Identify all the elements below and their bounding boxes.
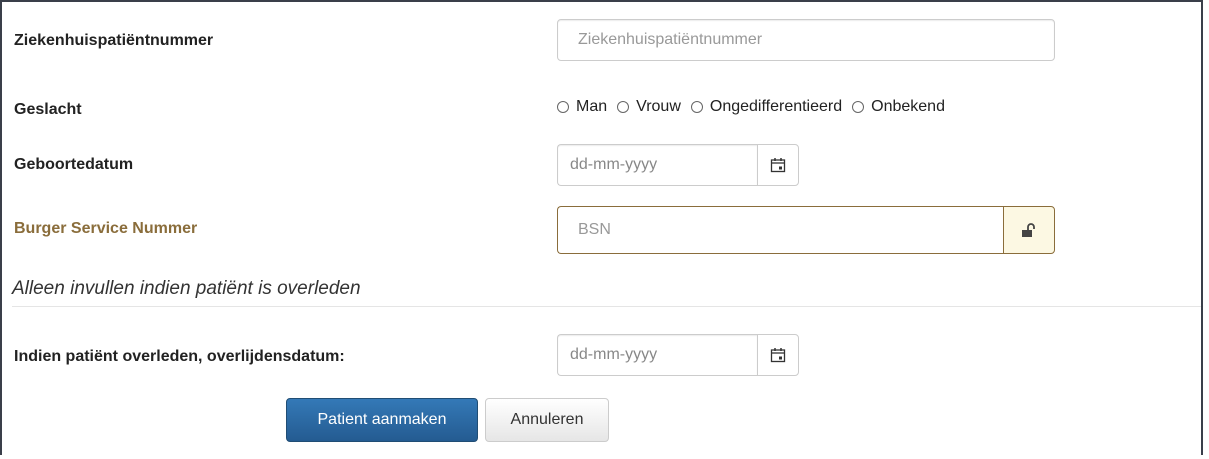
gender-label: Geslacht (14, 101, 82, 118)
birth-date-group (557, 144, 799, 186)
create-patient-button[interactable]: Patient aanmaken (286, 398, 478, 442)
hospital-number-input[interactable] (557, 19, 1055, 61)
bsn-input[interactable] (557, 206, 1003, 254)
gender-option-vrouw[interactable]: Vrouw (617, 98, 681, 116)
unlock-icon (1022, 223, 1035, 237)
cancel-button[interactable]: Annuleren (485, 398, 609, 442)
death-date-group (557, 334, 799, 376)
bsn-label: Burger Service Nummer (14, 220, 198, 237)
divider (12, 306, 1201, 307)
gender-option-label: Onbekend (871, 98, 945, 115)
deceased-note: Alleen invullen indien patiënt is overle… (12, 278, 361, 299)
radio-circle-icon[interactable] (690, 101, 703, 113)
death-date-picker-button[interactable] (757, 334, 799, 376)
radio-circle-icon[interactable] (852, 101, 865, 113)
gender-option-ongedifferentieerd[interactable]: Ongedifferentieerd (690, 98, 843, 116)
radio-circle-icon[interactable] (617, 101, 630, 113)
gender-option-label: Ongedifferentieerd (709, 98, 843, 115)
gender-option-onbekend[interactable]: Onbekend (852, 98, 945, 116)
gender-option-label: Vrouw (636, 98, 681, 115)
death-date-label: Indien patiënt overleden, overlijdensdat… (14, 348, 345, 365)
death-date-input[interactable] (557, 334, 757, 376)
birth-date-label: Geboortedatum (14, 156, 134, 173)
birth-date-picker-button[interactable] (757, 144, 799, 186)
bsn-unlock-button[interactable] (1003, 206, 1055, 254)
calendar-icon (770, 158, 786, 173)
calendar-icon (770, 348, 786, 363)
bsn-group (557, 206, 1055, 254)
birth-date-input[interactable] (557, 144, 757, 186)
hospital-number-label: Ziekenhuispatiëntnummer (14, 32, 214, 49)
gender-radio-group: Man Vrouw Ongedifferentieerd Onbekend (557, 98, 955, 116)
gender-option-man[interactable]: Man (557, 98, 607, 116)
radio-circle-icon[interactable] (557, 101, 569, 113)
gender-option-label: Man (576, 98, 608, 115)
